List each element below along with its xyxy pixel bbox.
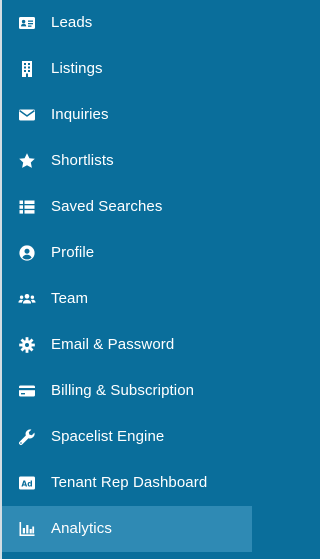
bar-chart-icon xyxy=(18,520,36,538)
wrench-icon xyxy=(18,428,36,446)
sidebar-item-team[interactable]: Team xyxy=(2,276,252,322)
sidebar-item-label: Email & Password xyxy=(51,336,175,354)
svg-text:Ad: Ad xyxy=(21,479,32,488)
sidebar-item-analytics[interactable]: Analytics xyxy=(2,506,252,552)
building-icon xyxy=(18,60,36,78)
sidebar-nav: Leads Listings Inquiries Shortlists Save xyxy=(0,0,252,559)
sidebar-item-tenant-rep-dashboard[interactable]: Ad Tenant Rep Dashboard xyxy=(2,460,252,506)
sidebar-item-profile[interactable]: Profile xyxy=(2,230,252,276)
sidebar-item-inquiries[interactable]: Inquiries xyxy=(2,92,252,138)
gear-icon xyxy=(18,336,36,354)
sidebar-item-label: Saved Searches xyxy=(51,198,163,216)
list-icon xyxy=(18,198,36,216)
sidebar-item-spacelist-engine[interactable]: Spacelist Engine xyxy=(2,414,252,460)
sidebar-item-label: Inquiries xyxy=(51,106,109,124)
sidebar-item-billing-subscription[interactable]: Billing & Subscription xyxy=(2,368,252,414)
sidebar-item-label: Billing & Subscription xyxy=(51,382,195,400)
sidebar-item-label: Listings xyxy=(51,60,103,78)
sidebar-item-label: Analytics xyxy=(51,520,112,538)
sidebar-item-label: Team xyxy=(51,290,89,308)
star-icon xyxy=(18,152,36,170)
sidebar-item-label: Profile xyxy=(51,244,95,262)
users-icon xyxy=(18,290,36,308)
user-circle-icon xyxy=(18,244,36,262)
sidebar-item-shortlists[interactable]: Shortlists xyxy=(2,138,252,184)
sidebar-item-leads[interactable]: Leads xyxy=(2,0,252,46)
sidebar-item-label: Tenant Rep Dashboard xyxy=(51,474,208,492)
sidebar-item-listings[interactable]: Listings xyxy=(2,46,252,92)
sidebar-item-label: Spacelist Engine xyxy=(51,428,165,446)
credit-card-icon xyxy=(18,382,36,400)
address-card-icon xyxy=(18,14,36,32)
sidebar-item-label: Shortlists xyxy=(51,152,114,170)
ad-icon: Ad xyxy=(18,474,36,492)
envelope-icon xyxy=(18,106,36,124)
sidebar-item-label: Leads xyxy=(51,14,93,32)
sidebar-item-saved-searches[interactable]: Saved Searches xyxy=(2,184,252,230)
sidebar-item-email-password[interactable]: Email & Password xyxy=(2,322,252,368)
